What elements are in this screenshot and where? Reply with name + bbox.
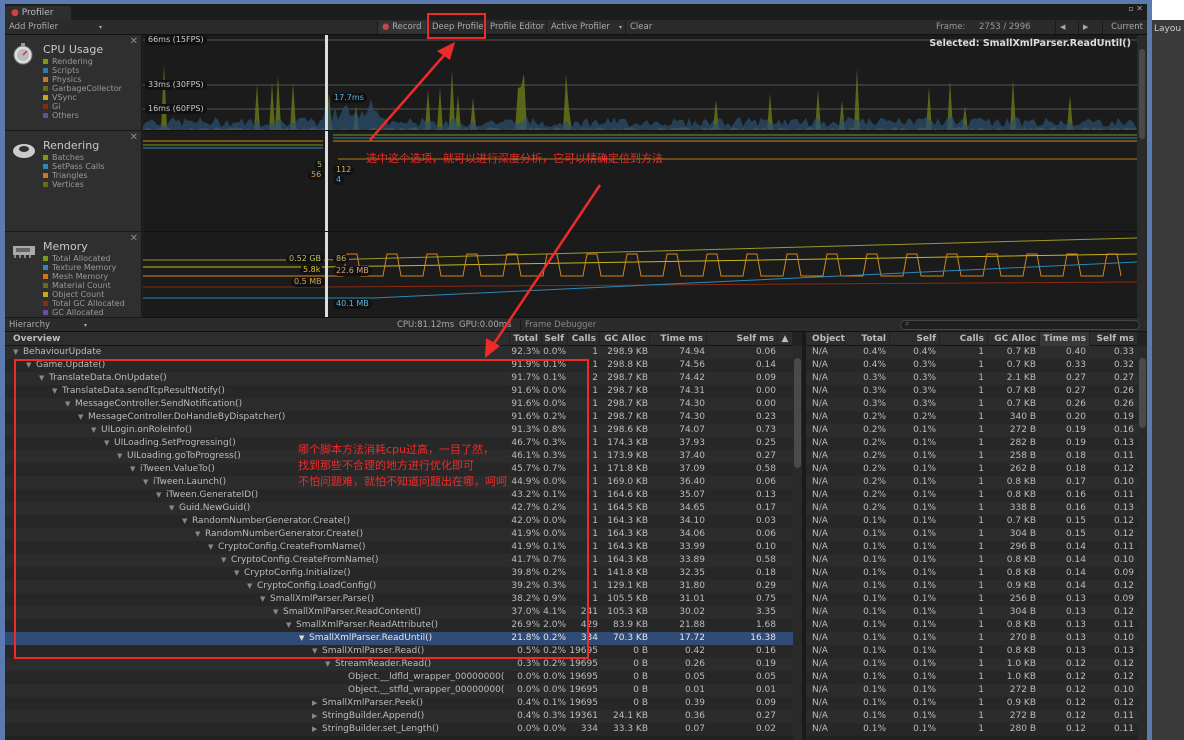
- arrow-line: [369, 51, 448, 141]
- deep-profile-highlight-box: [427, 13, 486, 39]
- arrow-line: [491, 184, 602, 346]
- hierarchy-annotation-line: 找到那些不合理的地方进行优化即可: [298, 459, 474, 472]
- hierarchy-annotation-line: 不怕问题难，就怕不知道问题出在哪，呵呵: [298, 475, 507, 488]
- annotation-overlay: [14, 13, 602, 659]
- arrowhead-icon: [485, 338, 500, 358]
- hierarchy-highlight-box: [14, 359, 589, 659]
- deep-profile-annotation: 选中这个选项，就可以进行深度分析，它可以精确定位到方法: [366, 152, 663, 165]
- arrowhead-icon: [437, 42, 455, 60]
- hierarchy-annotation-line: 哪个脚本方法消耗cpu过高，一目了然，: [298, 443, 495, 456]
